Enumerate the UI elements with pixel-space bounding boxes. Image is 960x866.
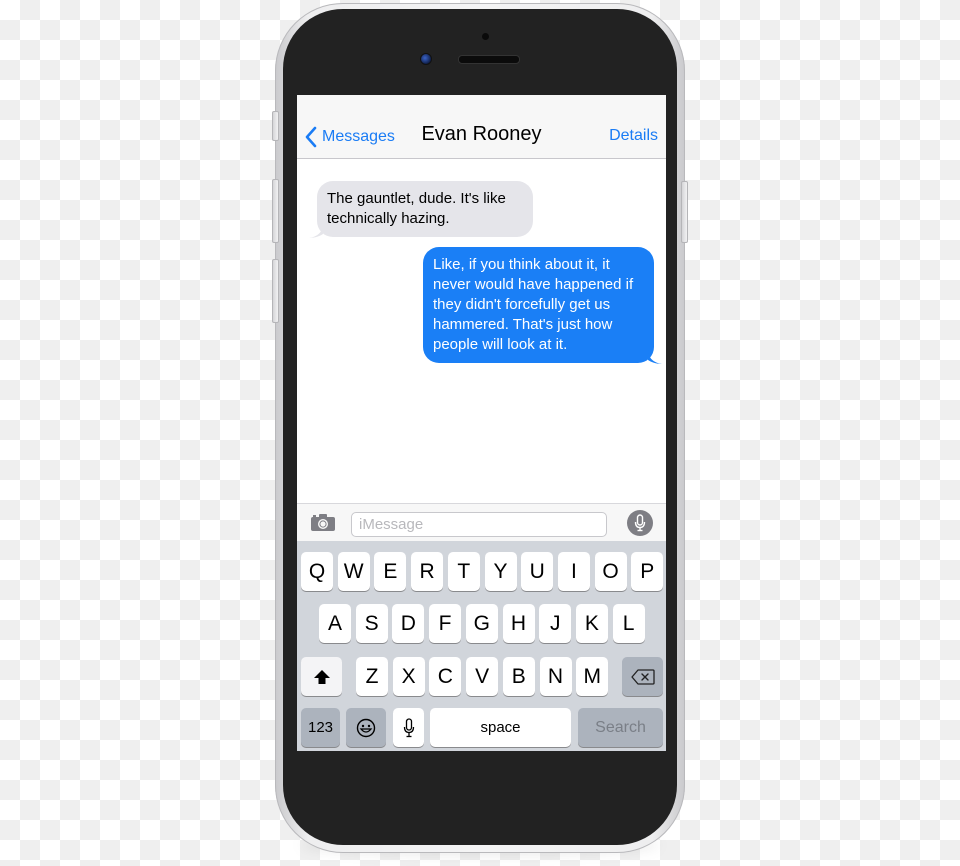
key-h[interactable]: H: [502, 604, 535, 643]
dictation-key[interactable]: [393, 708, 424, 747]
microphone-icon: [634, 514, 646, 532]
chevron-left-icon: [305, 126, 317, 148]
key-l[interactable]: L: [612, 604, 645, 643]
key-o[interactable]: O: [594, 552, 627, 591]
imessage-input[interactable]: [351, 512, 607, 537]
navigation-bar: Messages Evan Rooney Details: [297, 95, 666, 159]
key-f[interactable]: F: [429, 604, 462, 643]
message-composer: [297, 503, 666, 541]
bubble-tail: [648, 350, 662, 364]
key-s[interactable]: S: [355, 604, 388, 643]
back-label: Messages: [322, 128, 395, 145]
keyboard: QWERTYUIOP ASDFGHJKL ZXCVBNM 123 space S…: [297, 541, 666, 751]
key-t[interactable]: T: [447, 552, 480, 591]
key-x[interactable]: X: [392, 657, 425, 696]
key-i[interactable]: I: [557, 552, 590, 591]
earpiece-speaker: [458, 55, 520, 64]
volume-up-button[interactable]: [272, 179, 279, 243]
delete-key[interactable]: [622, 657, 663, 696]
message-text: Like, if you think about it, it never wo…: [433, 256, 634, 353]
emoji-key[interactable]: [346, 708, 386, 747]
shift-icon: [313, 669, 330, 684]
key-q[interactable]: Q: [301, 552, 333, 591]
power-button[interactable]: [681, 181, 688, 243]
key-u[interactable]: U: [521, 552, 554, 591]
details-button[interactable]: Details: [609, 127, 658, 145]
key-r[interactable]: R: [411, 552, 444, 591]
space-key[interactable]: space: [430, 708, 571, 747]
key-y[interactable]: Y: [484, 552, 517, 591]
microphone-icon: [403, 717, 414, 737]
search-key[interactable]: Search: [578, 708, 663, 747]
key-e[interactable]: E: [374, 552, 407, 591]
key-c[interactable]: C: [429, 657, 462, 696]
key-b[interactable]: B: [502, 657, 535, 696]
key-p[interactable]: P: [631, 552, 664, 591]
key-z[interactable]: Z: [356, 657, 388, 696]
key-j[interactable]: J: [539, 604, 572, 643]
camera-icon: [311, 514, 335, 531]
key-m[interactable]: M: [576, 657, 609, 696]
camera-button[interactable]: [310, 513, 336, 537]
proximity-sensor: [482, 33, 489, 40]
key-k[interactable]: K: [575, 604, 608, 643]
numbers-key[interactable]: 123: [301, 708, 340, 747]
delete-icon: [630, 668, 655, 685]
message-thread: The gauntlet, dude. It's like technicall…: [297, 159, 666, 503]
message-text: The gauntlet, dude. It's like technicall…: [327, 190, 506, 227]
back-button[interactable]: Messages: [305, 125, 395, 149]
volume-down-button[interactable]: [272, 259, 279, 323]
phone-screen: Messages Evan Rooney Details The gauntle…: [297, 95, 666, 751]
key-w[interactable]: W: [337, 552, 370, 591]
front-camera: [420, 53, 432, 65]
bubble-tail: [309, 224, 323, 238]
dictation-button[interactable]: [627, 510, 653, 536]
key-d[interactable]: D: [392, 604, 425, 643]
message-bubble-outgoing[interactable]: Like, if you think about it, it never wo…: [423, 247, 662, 364]
mute-switch[interactable]: [272, 111, 279, 141]
key-a[interactable]: A: [319, 604, 351, 643]
key-v[interactable]: V: [466, 657, 499, 696]
emoji-icon: [356, 718, 376, 737]
key-n[interactable]: N: [539, 657, 572, 696]
shift-key[interactable]: [301, 657, 342, 696]
message-bubble-incoming[interactable]: The gauntlet, dude. It's like technicall…: [309, 181, 533, 238]
key-g[interactable]: G: [465, 604, 498, 643]
